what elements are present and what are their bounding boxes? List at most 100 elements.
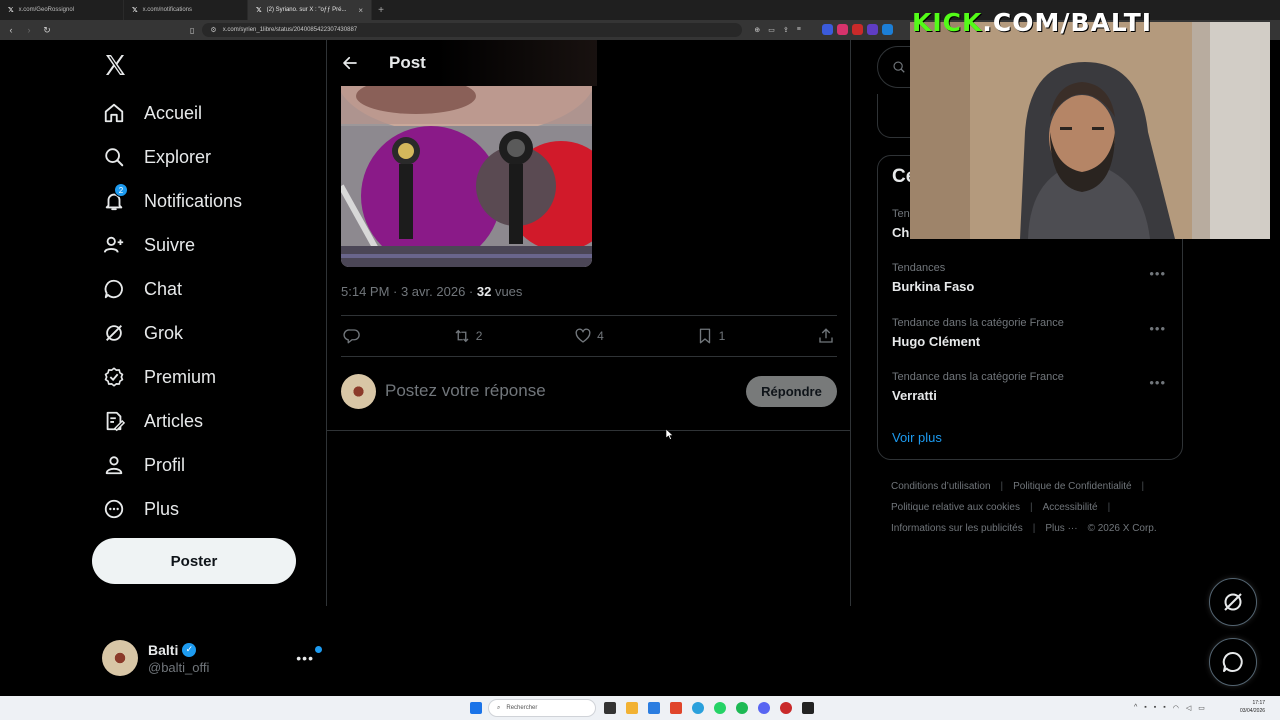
nav-label: Articles [144, 410, 204, 431]
nav-item-profil[interactable]: Profil [102, 443, 185, 487]
discord-icon[interactable] [758, 702, 770, 714]
cast-icon[interactable]: ▭ [768, 26, 775, 34]
taskbar-search[interactable]: ⌕ Rechercher [488, 699, 596, 717]
views-label: vues [491, 284, 523, 299]
trend-item[interactable]: Tendance dans la catégorie France Hugo C… [892, 317, 1172, 349]
reply-input[interactable] [385, 381, 746, 401]
footer-link[interactable]: Politique de Confidentialité [1013, 481, 1131, 492]
footer-link[interactable]: Accessibilité [1043, 502, 1098, 513]
extension-icon[interactable] [867, 24, 878, 35]
share-icon[interactable]: ⇪ [783, 26, 789, 34]
account-more-icon[interactable]: ••• [296, 646, 322, 666]
nav-label: Notifications [144, 190, 243, 211]
brand-kick: KICK [912, 8, 983, 37]
browser-tab[interactable]: 𝕏 x.com/notifications [124, 0, 248, 20]
like-action[interactable]: 4 [574, 327, 604, 345]
search-icon [102, 145, 126, 169]
more-options-icon[interactable]: ••• [1149, 321, 1166, 336]
x-logo-icon[interactable] [103, 53, 127, 77]
trend-name: Hugo Clément [892, 334, 981, 349]
nav-item-explorer[interactable]: Explorer [102, 135, 211, 179]
tray-app-icon[interactable]: ▪ [1144, 704, 1146, 712]
footer-link[interactable]: Plus ··· [1045, 523, 1077, 534]
brave-browser-icon[interactable] [670, 702, 682, 714]
more-options-icon[interactable]: ••• [1149, 375, 1166, 390]
share-action[interactable] [817, 327, 835, 345]
start-menu-icon[interactable] [470, 702, 482, 714]
trend-name: Verratti [892, 388, 937, 403]
tray-app-icon[interactable]: ▪ [1163, 704, 1165, 712]
share-icon [819, 328, 833, 343]
url-field[interactable]: ⚙ x.com/syrien_1libre/status/20400854223… [202, 23, 743, 37]
reply-action[interactable] [343, 327, 361, 345]
notion-icon[interactable] [802, 702, 814, 714]
post-media-image[interactable] [341, 86, 592, 267]
nav-item-suivre[interactable]: Suivre [102, 223, 195, 267]
extension-icon[interactable] [852, 24, 863, 35]
store-icon[interactable] [648, 702, 660, 714]
taskbar-clock[interactable]: 17:17 03/04/2026 [1240, 699, 1265, 715]
battery-icon[interactable]: ▭ [1198, 704, 1205, 712]
nav-item-accueil[interactable]: Accueil [102, 91, 202, 135]
verified-badge-icon: ✓ [182, 642, 197, 657]
menu-icon[interactable]: ≡ [797, 26, 801, 34]
file-explorer-icon[interactable] [626, 702, 638, 714]
search-icon: ⌕ [497, 704, 501, 711]
nav-item-plus[interactable]: Plus [102, 487, 179, 531]
footer-link[interactable]: Informations sur les publicités [891, 523, 1023, 534]
retweet-action[interactable]: 2 [453, 327, 482, 345]
post-timestamp[interactable]: 5:14 PM · 3 avr. 2026 · [341, 284, 477, 299]
grok-fab-button[interactable] [1209, 578, 1257, 626]
back-icon[interactable]: ‹ [4, 25, 18, 35]
close-tab-icon[interactable]: × [358, 6, 363, 15]
tray-app-icon[interactable]: ▪ [1154, 704, 1156, 712]
extension-icon[interactable] [822, 24, 833, 35]
streamer-webcam-image [910, 22, 1270, 239]
account-switcher[interactable]: Balti ✓ @balti_offi ••• [102, 638, 322, 678]
volume-icon[interactable]: ◁ [1186, 704, 1191, 712]
forward-icon[interactable]: › [22, 25, 36, 35]
brand-channel: .COM/BALTI [982, 8, 1153, 37]
whatsapp-icon[interactable] [714, 702, 726, 714]
new-tab-icon[interactable]: + [372, 0, 390, 20]
page-title: Post [389, 53, 426, 72]
trend-item[interactable]: Tendance dans la catégorie France Verrat… [892, 371, 1172, 403]
more-options-icon[interactable]: ••• [1149, 266, 1166, 281]
extension-icon[interactable] [837, 24, 848, 35]
nav-item-notifications[interactable]: 2 Notifications [102, 179, 242, 223]
trend-item[interactable]: Tendances Burkina Faso ••• [892, 262, 1172, 294]
browser-tab-active[interactable]: 𝕏 (2) Syriano. sur X : "oƒƒ Pré... × [248, 0, 372, 20]
chat-icon [102, 277, 126, 301]
footer-link[interactable]: Politique relative aux cookies [891, 502, 1020, 513]
wifi-icon[interactable]: ◠ [1173, 704, 1179, 712]
add-user-icon [102, 233, 126, 257]
telegram-icon[interactable] [692, 702, 704, 714]
show-more-link[interactable]: Voir plus [892, 430, 942, 445]
post-button[interactable]: Poster [92, 538, 296, 584]
reply-button[interactable]: Répondre [746, 375, 837, 407]
nav-item-chat[interactable]: Chat [102, 267, 182, 311]
bookmark-action[interactable]: 1 [696, 327, 725, 345]
zoom-icon[interactable]: ⊕ [754, 26, 760, 34]
bookmark-icon[interactable]: ▯ [190, 26, 194, 35]
messages-fab-button[interactable] [1209, 638, 1257, 686]
more-circle-icon [102, 497, 126, 521]
copyright: © 2026 X Corp. [1087, 523, 1157, 534]
spotify-icon[interactable] [736, 702, 748, 714]
site-info-icon[interactable]: ⚙ [210, 26, 216, 34]
nav-item-premium[interactable]: Premium [102, 355, 216, 399]
back-arrow-icon[interactable] [341, 54, 359, 72]
chevron-up-icon[interactable]: ^ [1134, 704, 1137, 712]
browser-tab[interactable]: 𝕏 x.com/GeoRossignol [0, 0, 124, 20]
nav-item-grok[interactable]: Grok [102, 311, 183, 355]
post-actions: 2 4 1 [341, 315, 837, 357]
app-icon[interactable] [780, 702, 792, 714]
task-view-icon[interactable] [604, 702, 616, 714]
nav-label: Chat [144, 278, 183, 299]
footer-link[interactable]: Conditions d’utilisation [891, 481, 991, 492]
reload-icon[interactable]: ↻ [40, 25, 54, 36]
extension-icon[interactable] [882, 24, 893, 35]
footer-separator: | [1032, 523, 1036, 534]
nav-item-articles[interactable]: Articles [102, 399, 203, 443]
reply-icon [343, 329, 360, 344]
